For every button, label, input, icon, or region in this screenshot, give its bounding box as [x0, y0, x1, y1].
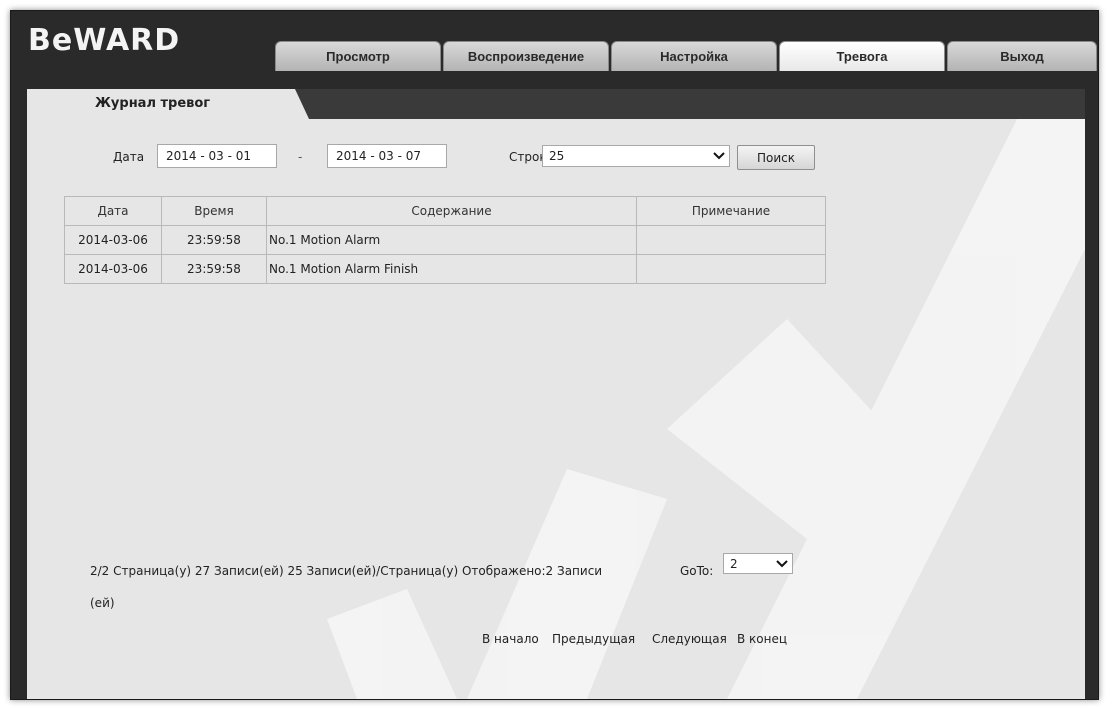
subtab-alarm-log[interactable]: Журнал тревог — [27, 89, 309, 119]
date-separator: - — [298, 150, 303, 164]
alarm-log-table: Дата Время Содержание Примечание 2014-03… — [64, 196, 826, 284]
table-row: 2014-03-06 23:59:58 No.1 Motion Alarm Fi… — [64, 254, 826, 284]
cell-date: 2014-03-06 — [64, 225, 162, 255]
cell-note — [636, 225, 826, 255]
prev-page-link[interactable]: Предыдущая — [552, 632, 635, 646]
subtab-alarm-log-label: Журнал тревог — [95, 96, 211, 111]
date-label: Дата — [113, 150, 145, 164]
cell-time: 23:59:58 — [161, 225, 267, 255]
goto-select[interactable]: 2 — [723, 553, 793, 574]
tab-alarm[interactable]: Тревога — [779, 41, 945, 71]
goto-label: GoTo: — [680, 564, 714, 578]
cell-time: 23:59:58 — [161, 254, 267, 284]
date-to-field[interactable]: 2014 - 03 - 07 — [327, 144, 447, 168]
tab-settings[interactable]: Настройка — [611, 41, 777, 71]
header-content: Содержание — [266, 196, 637, 226]
main-nav: Просмотр Воспроизведение Настройка Трево… — [275, 41, 1097, 73]
cell-date: 2014-03-06 — [64, 254, 162, 284]
cell-content: No.1 Motion Alarm — [266, 225, 637, 255]
tab-exit[interactable]: Выход — [947, 41, 1097, 71]
chevron-down-icon — [713, 152, 725, 160]
tab-playback[interactable]: Воспроизведение — [443, 41, 609, 71]
pagination-summary-wrap: (ей) — [90, 596, 115, 610]
goto-select-value: 2 — [730, 556, 738, 571]
rows-select[interactable]: 25 — [542, 145, 730, 167]
tab-view[interactable]: Просмотр — [275, 41, 441, 71]
cell-note — [636, 254, 826, 284]
cell-content: No.1 Motion Alarm Finish — [266, 254, 637, 284]
rows-label: Строк — [509, 150, 547, 164]
date-from-field[interactable]: 2014 - 03 - 01 — [157, 144, 277, 168]
subtab-bar: Журнал тревог — [27, 89, 1085, 119]
header-note: Примечание — [636, 196, 826, 226]
rows-select-value: 25 — [549, 149, 565, 163]
table-header-row: Дата Время Содержание Примечание — [64, 196, 826, 226]
next-page-link[interactable]: Следующая — [652, 632, 727, 646]
chevron-down-icon — [776, 559, 788, 567]
app-window: BeWARD Просмотр Воспроизведение Настройк… — [10, 10, 1099, 700]
alarm-log-panel: Дата 2014 - 03 - 01 - 2014 - 03 - 07 Стр… — [27, 119, 1085, 699]
first-page-link[interactable]: В начало — [482, 632, 539, 646]
header-time: Время — [161, 196, 267, 226]
table-row: 2014-03-06 23:59:58 No.1 Motion Alarm — [64, 225, 826, 255]
last-page-link[interactable]: В конец — [737, 632, 787, 646]
search-button[interactable]: Поиск — [737, 145, 815, 170]
pagination-summary: 2/2 Страница(у) 27 Записи(ей) 25 Записи(… — [90, 564, 603, 578]
header-date: Дата — [64, 196, 162, 226]
beward-logo: BeWARD — [28, 23, 181, 58]
